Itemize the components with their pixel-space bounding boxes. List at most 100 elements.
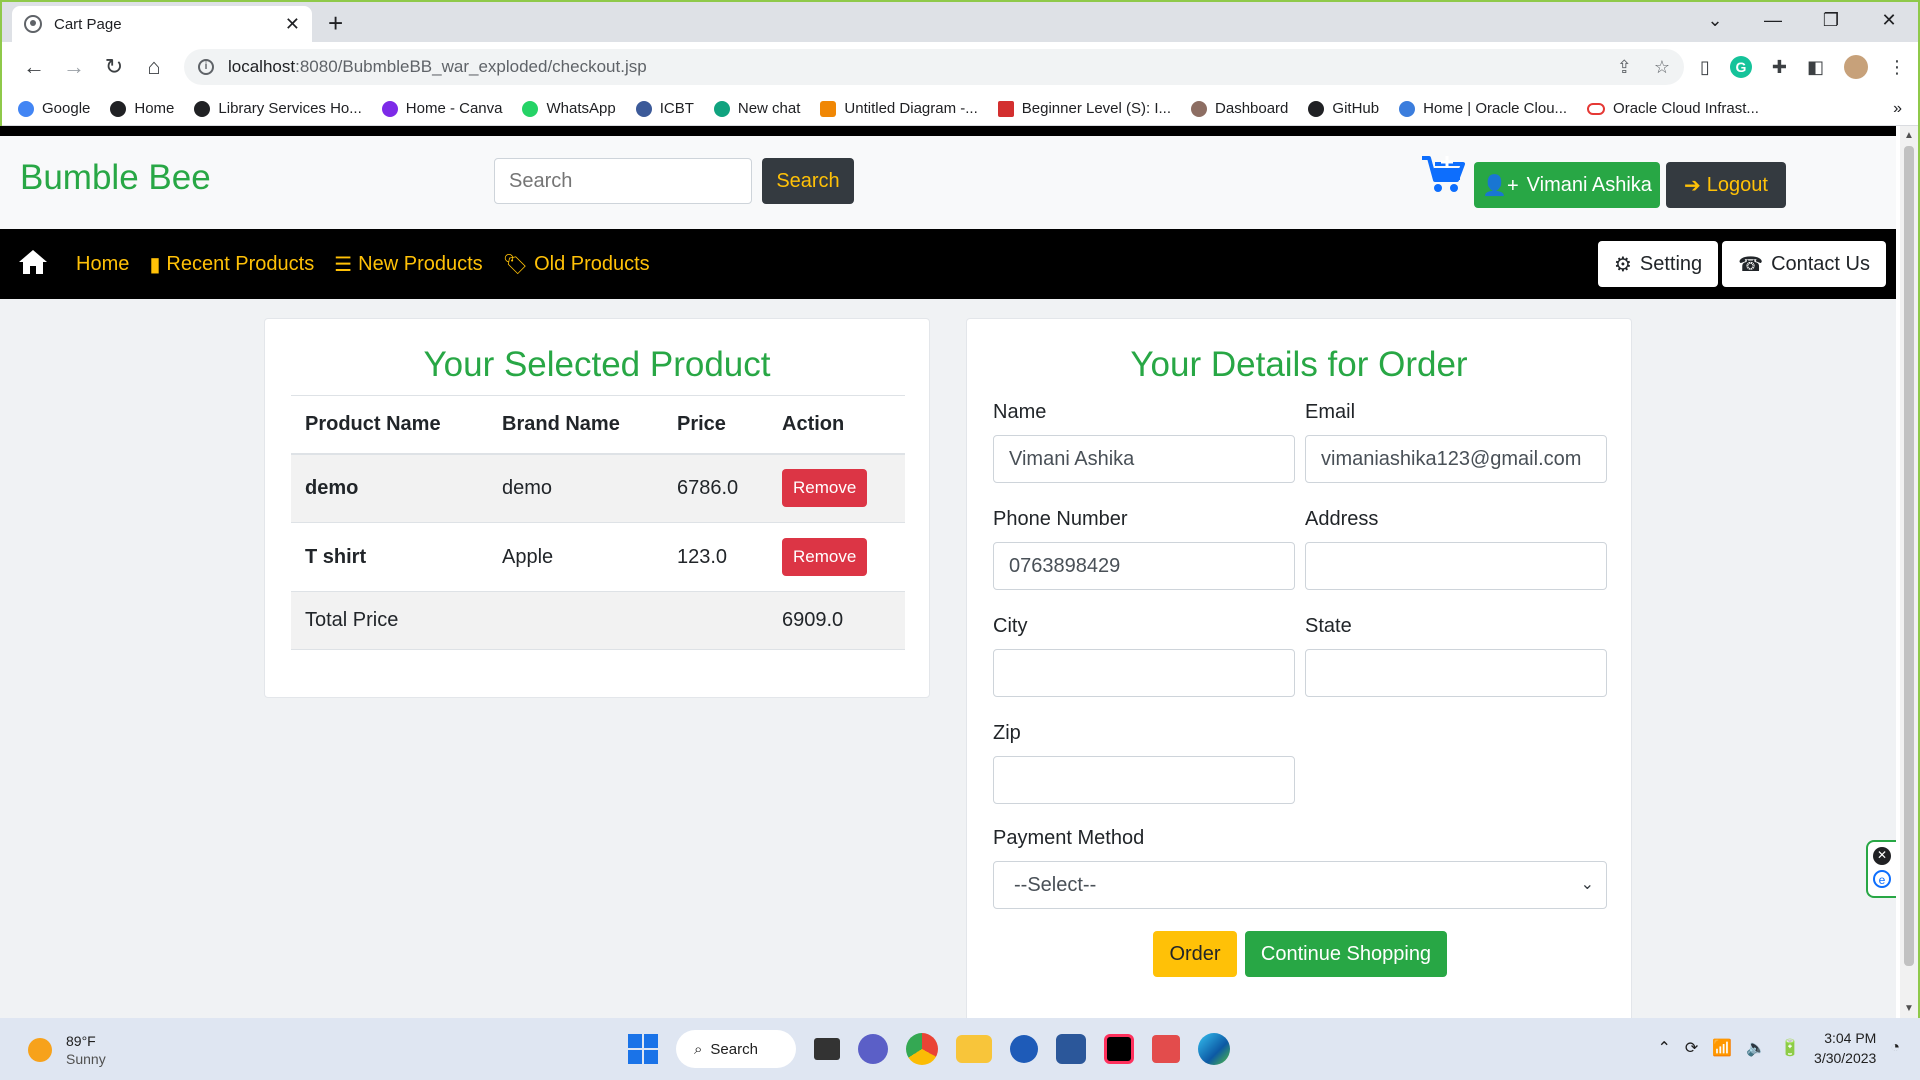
window-close-icon[interactable]: ✕ (1860, 2, 1918, 42)
phone-field[interactable]: 0763898429 (993, 542, 1295, 590)
back-arrow-icon[interactable]: ← (14, 54, 54, 80)
bookmark-item[interactable]: New chat (713, 100, 800, 117)
nav-new-products[interactable]: ☰ New Products (334, 252, 482, 277)
grammarly-icon[interactable]: G (1729, 56, 1752, 78)
file-explorer-icon[interactable] (956, 1035, 992, 1063)
dp-icon (997, 100, 1014, 117)
site-info-icon[interactable]: i (198, 59, 214, 75)
browser-toolbar: ← → ↻ ⌂ i localhost:8080/BubmbleBB_war_e… (2, 42, 1918, 92)
state-field[interactable] (1305, 649, 1607, 697)
chevron-up-icon[interactable]: ⌃ (1657, 1038, 1670, 1058)
app-w-icon[interactable] (1010, 1035, 1038, 1063)
chrome-icon[interactable] (906, 1033, 938, 1065)
side-panel-icon[interactable]: ◧ (1807, 57, 1824, 78)
minimize-icon[interactable]: — (1744, 2, 1802, 42)
share-icon[interactable]: ⇪ (1617, 57, 1632, 78)
total-value: 6909.0 (768, 591, 905, 650)
intellij-icon[interactable] (1104, 1034, 1134, 1064)
remove-button[interactable]: Remove (782, 469, 868, 508)
profile-avatar[interactable] (1844, 55, 1868, 79)
user-profile-button[interactable]: 👤+ Vimani Ashika (1474, 162, 1660, 208)
forward-arrow-icon[interactable]: → (54, 54, 94, 80)
puzzle-extensions-icon[interactable]: ✚ (1772, 57, 1787, 78)
home-nav-icon[interactable] (18, 249, 48, 280)
bookmark-item[interactable]: Beginner Level (S): I... (997, 100, 1171, 117)
setting-button[interactable]: ⚙ Setting (1597, 241, 1719, 287)
search-button[interactable]: Search (762, 158, 854, 204)
task-view-icon[interactable] (814, 1038, 840, 1060)
bookmark-star-icon[interactable]: ☆ (1654, 57, 1670, 78)
edge-e-icon[interactable]: e (1873, 870, 1891, 888)
taskbar-search[interactable]: ⌕ Search (676, 1030, 796, 1068)
bookmark-item[interactable]: WhatsApp (522, 100, 616, 117)
new-tab-icon[interactable]: + (328, 8, 343, 39)
kebab-menu-icon[interactable]: ⋮ (1888, 57, 1906, 78)
name-field[interactable]: Vimani Ashika (993, 435, 1295, 483)
payment-method-select[interactable]: --Select-- ⌄ (993, 861, 1607, 909)
bookmark-item[interactable]: Google (18, 100, 90, 117)
cart-icon[interactable] (1420, 154, 1466, 201)
name-label: Name (993, 401, 1047, 423)
wifi-icon[interactable]: 📶 (1712, 1038, 1732, 1058)
nav-old-products[interactable]: 🏷 Old Products (503, 252, 650, 277)
more-bookmarks-icon[interactable]: » (1893, 100, 1902, 118)
browser-tab-active[interactable]: Cart Page ✕ (12, 6, 312, 42)
globe-icon (194, 100, 211, 117)
bookmark-item[interactable]: Library Services Ho... (194, 100, 362, 117)
total-label: Total Price (291, 591, 488, 650)
icbt-icon (635, 100, 652, 117)
city-field[interactable] (993, 649, 1295, 697)
speaker-icon[interactable]: 🔈 (1746, 1038, 1766, 1058)
bookmark-item[interactable]: ICBT (635, 100, 694, 117)
search-input[interactable] (494, 158, 752, 204)
system-tray: ⌃ ⟳ 📶 🔈 🔋 3:04 PM 3/30/2023 ◔ (1657, 1028, 1900, 1068)
reading-mode-icon[interactable]: ▯ (1700, 57, 1710, 78)
chatgpt-icon (713, 100, 730, 117)
scroll-down-icon[interactable]: ▼ (1904, 1003, 1914, 1014)
bookmark-item[interactable]: Home (110, 100, 174, 117)
page-scrollbar[interactable]: ▲ ▼ (1900, 126, 1918, 1018)
windows-start-icon[interactable] (628, 1034, 658, 1064)
product-name-cell: T shirt (291, 522, 488, 592)
email-field[interactable]: vimaniashika123@gmail.com (1305, 435, 1607, 483)
bookmark-item[interactable]: Home | Oracle Clou... (1399, 100, 1567, 117)
nav-recent-products[interactable]: ▮ Recent Products (149, 252, 314, 277)
tab-search-chevron-icon[interactable]: ⌄ (1686, 2, 1744, 42)
scrollbar-thumb[interactable] (1904, 146, 1914, 966)
address-bar[interactable]: i localhost:8080/BubmbleBB_war_exploded/… (184, 49, 1684, 85)
continue-shopping-button[interactable]: Continue Shopping (1245, 931, 1447, 977)
scroll-up-icon[interactable]: ▲ (1904, 130, 1914, 141)
sync-icon[interactable]: ⟳ (1685, 1038, 1698, 1058)
close-tab-icon[interactable]: ✕ (285, 14, 300, 35)
restore-icon[interactable]: ❐ (1802, 2, 1860, 42)
edge-icon[interactable] (1198, 1033, 1230, 1065)
bookmark-item[interactable]: Oracle Cloud Infrast... (1587, 100, 1759, 117)
contact-us-button[interactable]: ☎ Contact Us (1722, 241, 1886, 287)
email-label: Email (1305, 401, 1356, 423)
home-icon[interactable]: ⌂ (134, 54, 174, 80)
close-circle-icon[interactable]: ✕ (1873, 847, 1891, 865)
word-icon[interactable] (1056, 1034, 1086, 1064)
clock[interactable]: 3:04 PM 3/30/2023 (1814, 1028, 1876, 1068)
price-cell: 123.0 (663, 522, 768, 592)
teams-chat-icon[interactable] (858, 1034, 888, 1064)
table-row: demo demo 6786.0 Remove (291, 453, 905, 523)
remove-button[interactable]: Remove (782, 538, 868, 576)
brand-logo[interactable]: Bumble Bee (20, 158, 211, 198)
bookmark-item[interactable]: Home - Canva (381, 100, 502, 117)
bookmark-item[interactable]: Dashboard (1191, 100, 1288, 117)
extensions-area: ▯ G ✚ ◧ ⋮ (1700, 55, 1906, 79)
snipping-tool-icon[interactable] (1152, 1035, 1180, 1063)
zip-field[interactable] (993, 756, 1295, 804)
nav-home[interactable]: Home (76, 253, 129, 276)
bookmark-item[interactable]: GitHub (1308, 100, 1379, 117)
weather-widget[interactable]: 89°F Sunny (28, 1032, 106, 1068)
empty-cell (663, 591, 768, 650)
notifications-icon[interactable]: ◔ (1890, 1039, 1900, 1057)
address-field[interactable] (1305, 542, 1607, 590)
battery-icon[interactable]: 🔋 (1780, 1038, 1800, 1058)
logout-button[interactable]: ➔ Logout (1666, 162, 1786, 208)
reload-icon[interactable]: ↻ (94, 54, 134, 80)
order-button[interactable]: Order (1153, 931, 1237, 977)
bookmark-item[interactable]: Untitled Diagram -... (820, 100, 978, 117)
